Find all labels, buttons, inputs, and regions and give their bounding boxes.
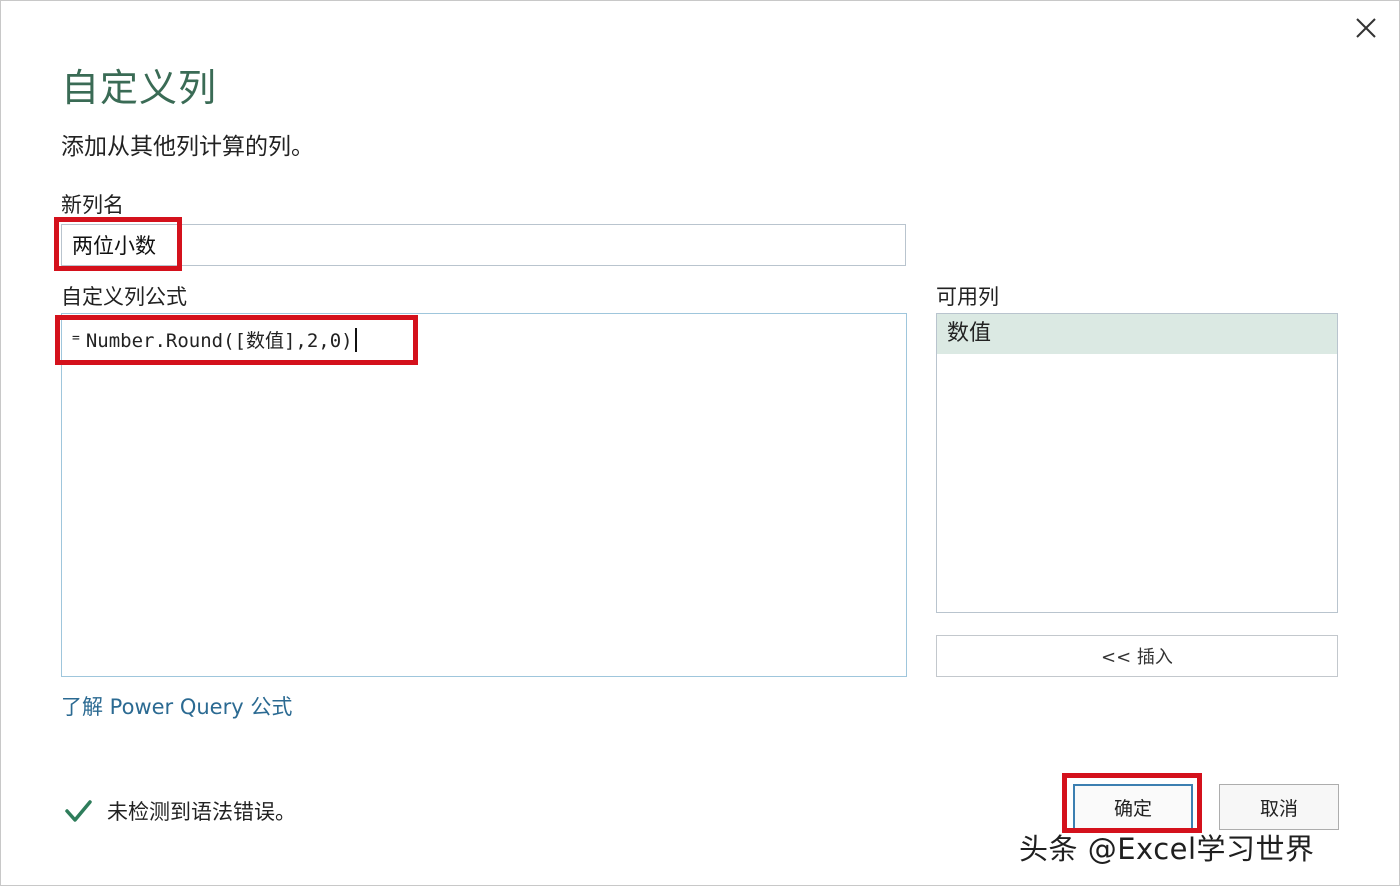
formula-text: Number.Round([数值],2,0) xyxy=(85,330,353,352)
available-column-item[interactable]: 数值 xyxy=(937,314,1337,354)
custom-column-dialog: 自定义列 添加从其他列计算的列。 新列名 自定义列公式 = Number.Roun… xyxy=(0,0,1400,886)
watermark: 头条 @Excel学习世界 xyxy=(1019,832,1315,866)
new-column-name-input[interactable] xyxy=(61,224,906,266)
insert-button[interactable]: << 插入 xyxy=(936,635,1338,677)
syntax-status-text: 未检测到语法错误。 xyxy=(107,800,296,824)
ok-button[interactable]: 确定 xyxy=(1073,784,1193,830)
close-button[interactable] xyxy=(1351,13,1381,43)
dialog-description: 添加从其他列计算的列。 xyxy=(61,134,314,160)
available-columns-list: 数值 xyxy=(936,313,1338,613)
formula-line: = Number.Round([数值],2,0) xyxy=(72,326,357,353)
formula-editor[interactable]: = Number.Round([数值],2,0) xyxy=(61,313,907,677)
syntax-status: 未检测到语法错误。 xyxy=(63,793,296,829)
text-cursor xyxy=(354,328,357,352)
custom-column-formula-label: 自定义列公式 xyxy=(61,285,187,309)
dialog-title: 自定义列 xyxy=(61,66,218,110)
checkmark-icon xyxy=(65,800,92,822)
formula-equals-sign: = xyxy=(72,331,80,346)
cancel-button[interactable]: 取消 xyxy=(1219,784,1339,830)
close-icon xyxy=(1356,18,1376,38)
available-columns-label: 可用列 xyxy=(936,285,999,309)
learn-power-query-link[interactable]: 了解 Power Query 公式 xyxy=(61,691,292,721)
new-column-name-label: 新列名 xyxy=(61,193,124,217)
